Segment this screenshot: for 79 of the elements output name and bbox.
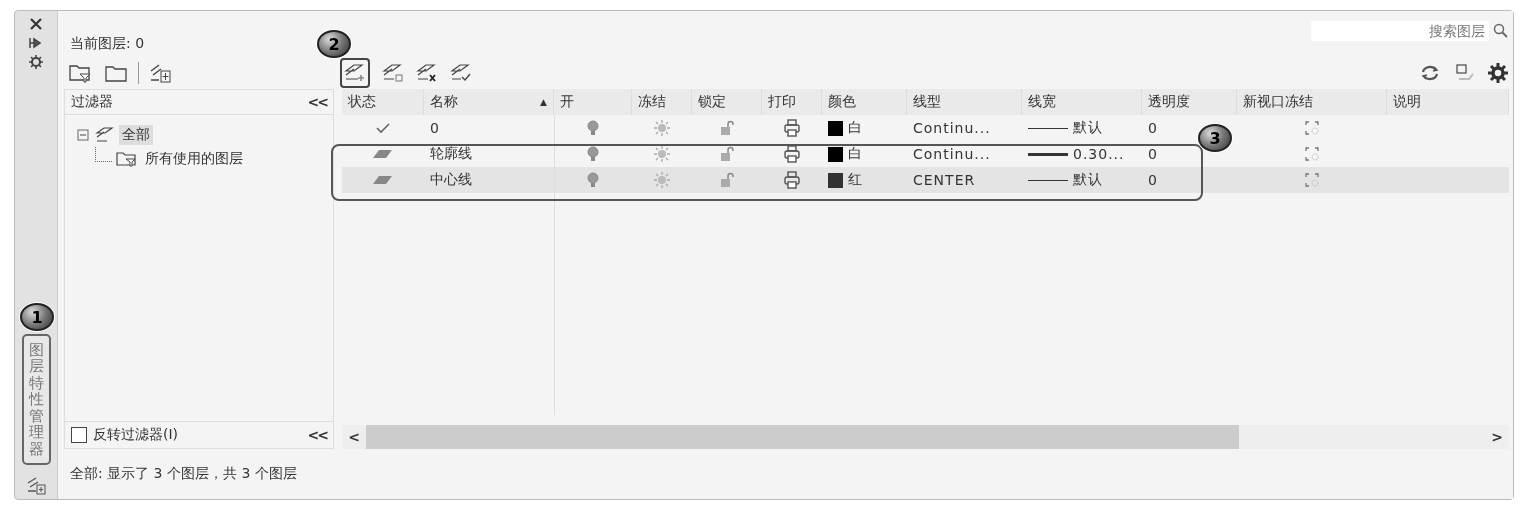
column-header[interactable]: 开: [554, 89, 632, 115]
color-swatch[interactable]: [828, 146, 843, 162]
column-header[interactable]: 线型: [907, 89, 1022, 115]
layer-name: 0: [430, 120, 439, 136]
column-header[interactable]: 新视口冻结: [1237, 89, 1387, 115]
search-field[interactable]: 搜索图层: [1311, 21, 1489, 41]
unlocked-icon[interactable]: [719, 172, 735, 188]
color-swatch[interactable]: [828, 172, 843, 188]
column-header[interactable]: 颜色: [822, 89, 907, 115]
collapse-button[interactable]: <<: [307, 427, 327, 443]
sun-icon[interactable]: [653, 145, 671, 163]
vertical-title-tab[interactable]: 图层特性管理器: [21, 333, 51, 465]
unlocked-icon[interactable]: [719, 146, 735, 162]
scrollbar-thumb[interactable]: [366, 425, 1239, 449]
collapse-toggle-icon[interactable]: [77, 129, 91, 141]
column-header[interactable]: 冻结: [632, 89, 692, 115]
lightbulb-icon[interactable]: [586, 145, 600, 163]
folder-icon[interactable]: [104, 63, 128, 83]
transparency-value[interactable]: 0: [1148, 172, 1158, 188]
linetype-name[interactable]: Continu...: [913, 120, 991, 136]
transparency-value[interactable]: 0: [1148, 146, 1158, 162]
column-header[interactable]: 名称 ▲: [424, 89, 554, 115]
refresh-icon[interactable]: [1419, 63, 1441, 83]
new-layer-icon: [344, 63, 366, 83]
transparency-value[interactable]: 0: [1148, 120, 1158, 136]
horizontal-scrollbar[interactable]: < >: [342, 425, 1509, 449]
lightbulb-icon[interactable]: [586, 119, 600, 137]
lineweight-value[interactable]: 默认: [1073, 119, 1103, 137]
filter-icon: [116, 150, 138, 168]
callout-number: 3: [1198, 124, 1232, 152]
lineweight-value[interactable]: 0.30...: [1073, 146, 1125, 162]
close-icon[interactable]: [29, 17, 43, 31]
scroll-right-button[interactable]: >: [1485, 429, 1509, 445]
pin-icon[interactable]: [29, 37, 43, 49]
filter-header: 过滤器: [71, 93, 113, 111]
color-name: 白: [848, 119, 862, 137]
invert-filter-label: 反转过滤器(I): [93, 426, 179, 444]
color-name: 白: [848, 145, 862, 163]
column-header[interactable]: 状态: [342, 89, 424, 115]
viewport-freeze-icon[interactable]: [1304, 146, 1320, 162]
tree-item[interactable]: 全部: [119, 125, 153, 145]
current-layer-label: 当前图层: 0: [69, 35, 145, 53]
set-current-icon[interactable]: [450, 63, 472, 83]
lightbulb-icon[interactable]: [586, 171, 600, 189]
printer-icon[interactable]: [783, 171, 801, 189]
status-text: 全部: 显示了 3 个图层，共 3 个图层: [70, 465, 297, 483]
layer-name: 轮廓线: [430, 145, 472, 163]
color-name: 红: [848, 171, 862, 189]
check-icon: [375, 122, 391, 134]
viewport-freeze-icon[interactable]: [1304, 120, 1320, 136]
layer-icon: [373, 175, 393, 185]
printer-icon[interactable]: [783, 119, 801, 137]
column-header[interactable]: 锁定: [692, 89, 762, 115]
column-header[interactable]: 说明: [1387, 89, 1509, 115]
delete-layer-icon[interactable]: [416, 63, 438, 83]
column-header[interactable]: 线宽: [1022, 89, 1142, 115]
printer-icon[interactable]: [783, 145, 801, 163]
gear-icon[interactable]: [29, 55, 43, 69]
new-viewport-layer-icon[interactable]: [382, 63, 404, 83]
collapse-button[interactable]: <<: [307, 94, 327, 110]
layer-states-icon[interactable]: [149, 62, 173, 84]
lineweight-value[interactable]: 默认: [1073, 171, 1103, 189]
layer-icon: [373, 149, 393, 159]
scroll-left-button[interactable]: <: [342, 429, 366, 445]
layers-icon: [95, 126, 115, 144]
layer-name: 中心线: [430, 171, 472, 189]
search-icon[interactable]: [1493, 23, 1509, 39]
checkbox[interactable]: [71, 427, 87, 443]
linetype-name[interactable]: CENTER: [913, 172, 976, 188]
settings-icon[interactable]: [1487, 62, 1509, 84]
new-layer-button[interactable]: [340, 58, 370, 88]
linetype-name[interactable]: Continu...: [913, 146, 991, 162]
callout-number: 1: [20, 303, 54, 331]
color-swatch[interactable]: [828, 120, 843, 136]
column-header[interactable]: 透明度: [1142, 89, 1237, 115]
layer-panel-icon[interactable]: [26, 475, 46, 495]
tree-item[interactable]: 所有使用的图层: [142, 149, 246, 169]
unlocked-icon[interactable]: [719, 120, 735, 136]
column-header[interactable]: 打印: [762, 89, 822, 115]
